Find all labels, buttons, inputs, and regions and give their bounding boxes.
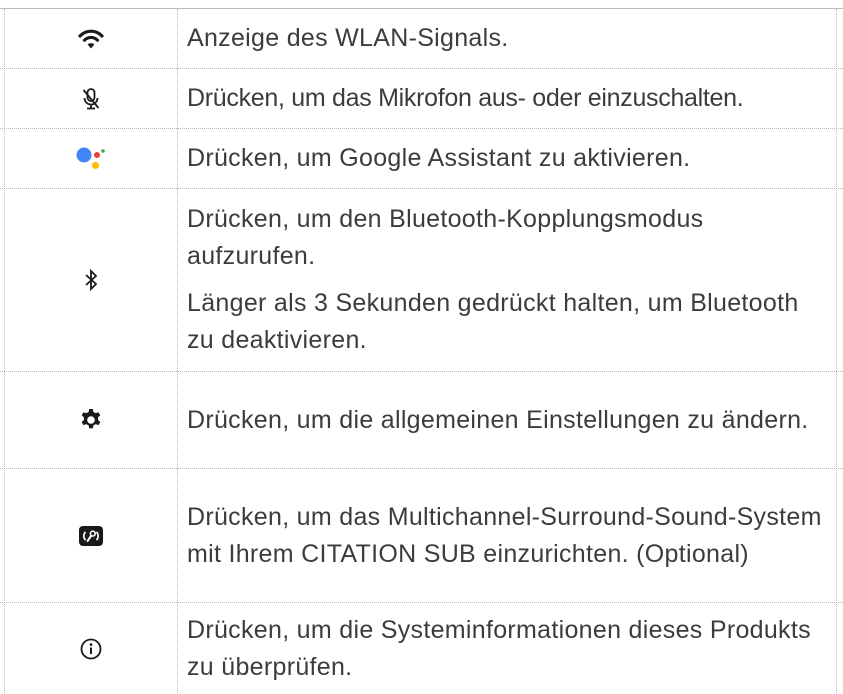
description-cell: Drücken, um die Systeminformationen dies… [187, 603, 831, 694]
info-icon [80, 638, 102, 660]
icon-cell [4, 9, 177, 68]
table-row-microphone: Drücken, um das Mikrofon aus- oder einzu… [0, 69, 843, 129]
table-row-info: Drücken, um die Systeminformationen dies… [0, 603, 843, 694]
description-cell: Drücken, um das Mikrofon aus- oder einzu… [187, 69, 831, 128]
google-assistant-icon [75, 146, 107, 172]
row-description: Drücken, um Google Assistant zu aktivier… [187, 144, 691, 172]
table-row-google-assistant: Drücken, um Google Assistant zu aktivier… [0, 129, 843, 189]
description-cell: Drücken, um den Bluetooth-Kopplungsmodus… [187, 189, 831, 371]
icon-cell [4, 69, 177, 128]
surround-setup-icon [78, 525, 104, 547]
controls-table: Anzeige des WLAN-Signals. Drücken, um da… [0, 8, 843, 693]
icon-cell [4, 469, 177, 602]
table-row-bluetooth: Drücken, um den Bluetooth-Kopplungsmodus… [0, 189, 843, 372]
wifi-icon [77, 28, 104, 50]
row-description: Drücken, um das Multichannel-Surround-So… [187, 502, 822, 568]
row-description: Drücken, um die allgemeinen Einstellunge… [187, 405, 809, 434]
table-row-settings: Drücken, um die allgemeinen Einstellunge… [0, 372, 843, 469]
icon-cell [4, 603, 177, 694]
description-cell: Anzeige des WLAN-Signals. [187, 9, 831, 68]
table-row-wifi: Anzeige des WLAN-Signals. [0, 9, 843, 69]
gear-icon [79, 408, 103, 432]
row-description: Drücken, um den Bluetooth-Kopplungsmodus… [187, 205, 704, 270]
description-cell: Drücken, um das Multichannel-Surround-So… [187, 469, 831, 602]
row-description-extra: Länger als 3 Sekunden gedrückt halten, u… [187, 289, 799, 354]
bluetooth-icon [84, 269, 98, 291]
row-description: Drücken, um die Systeminformationen dies… [187, 615, 811, 681]
description-cell: Drücken, um Google Assistant zu aktivier… [187, 129, 831, 188]
icon-cell [4, 372, 177, 468]
icon-cell [4, 189, 177, 371]
row-description: Anzeige des WLAN-Signals. [187, 24, 509, 52]
table-row-surround-setup: Drücken, um das Multichannel-Surround-So… [0, 469, 843, 603]
icon-cell [4, 129, 177, 188]
row-description: Drücken, um das Mikrofon aus- oder einzu… [187, 84, 744, 112]
description-cell: Drücken, um die allgemeinen Einstellunge… [187, 372, 831, 468]
microphone-muted-icon [81, 87, 101, 111]
